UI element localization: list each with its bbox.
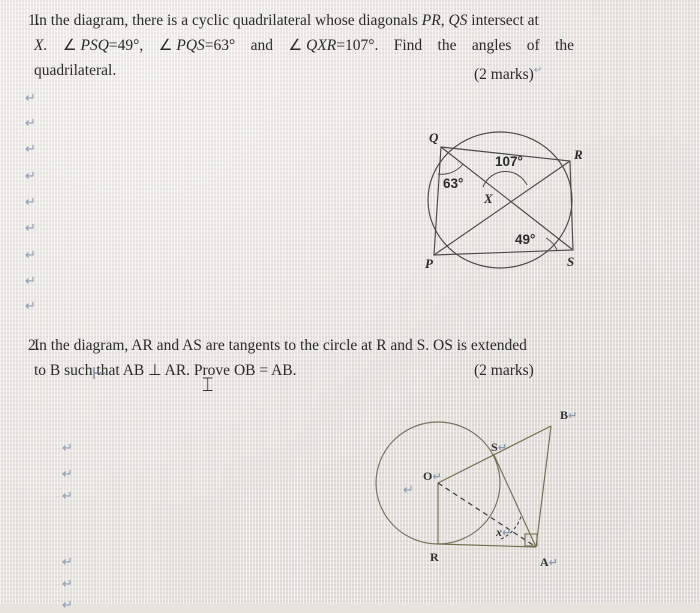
return-mark: ↵ (62, 489, 73, 504)
question-2-line-1: In the diagram, AR and AS are tangents t… (34, 337, 527, 354)
question-1-body: In the diagram, there is a cyclic quadri… (34, 8, 594, 83)
figure-1-angle-107: 107° (495, 154, 523, 169)
return-mark: ↵ (25, 116, 36, 131)
question-1-marks: (2 marks)↵ (474, 65, 543, 84)
return-mark: ↵ (25, 169, 36, 184)
return-mark: ↵ (62, 577, 73, 592)
return-mark: ↵ (25, 221, 36, 236)
return-mark: ↵ (25, 195, 36, 210)
return-mark: ↵ (25, 91, 36, 106)
return-mark: ↵ (62, 555, 73, 570)
return-mark: ↵ (62, 467, 73, 482)
stray-return-mark-in-circle: ↵ (403, 483, 414, 498)
question-1-line-2: X. PSQ=49°, PQS=63° and QXR=107°. Findth… (34, 33, 574, 58)
figure-1-label-X: X (484, 191, 493, 206)
figure-2-label-R: R (430, 550, 439, 564)
figure-2-label-O: O↵ (423, 469, 442, 483)
figure-1-angle-63: 63° (443, 176, 464, 191)
figure-2-label-S: S↵ (491, 440, 507, 454)
figure-1-label-Q: Q (429, 130, 439, 145)
figure-2-label-B: B↵ (560, 408, 578, 422)
figure-cyclic-quadrilateral: Q R P S X 63° 107° 49° (415, 128, 600, 283)
figure-2-angle-x: x↵ (496, 525, 512, 539)
figure-1-angle-49: 49° (515, 232, 536, 247)
return-mark: ↵ (62, 598, 73, 613)
question-2-line-2: to B such that AB ⊥ AR. Prove OB = AB. (… (34, 358, 594, 383)
question-1-line-3: quadrilateral. (2 marks)↵ (34, 58, 594, 83)
figure-1-label-S: S (567, 254, 575, 269)
ibeam-mouse-cursor: ⌶ (202, 375, 214, 396)
text-caret: ⊢ (92, 364, 107, 384)
return-mark: ↵ (25, 248, 36, 263)
document-page: 1. In the diagram, there is a cyclic qua… (0, 0, 700, 612)
circle-outline (427, 131, 573, 269)
angle-arc-63 (437, 163, 464, 175)
return-mark: ↵ (25, 299, 36, 314)
return-mark: ↵ (62, 441, 73, 456)
return-mark: ↵ (25, 274, 36, 289)
figure-2-label-A: A↵ (540, 555, 558, 569)
question-2-body: In the diagram, AR and AS are tangents t… (34, 333, 594, 383)
segment-ra (437, 543, 537, 548)
return-mark: ↵ (25, 142, 36, 157)
figure-tangent-circle: B↵ S↵ O↵ R A↵ x↵ ↵ (375, 400, 580, 575)
question-1-number: 1. (28, 12, 40, 29)
question-2-marks: (2 marks) (474, 362, 534, 379)
figure-1-label-R: R (574, 147, 583, 162)
figure-1-label-P: P (425, 256, 433, 271)
segment-ba (535, 425, 552, 548)
question-1-block: 1. In the diagram, there is a cyclic qua… (0, 8, 640, 83)
question-2-number: 2. (28, 337, 40, 354)
question-1-line-1: In the diagram, there is a cyclic quadri… (34, 12, 539, 29)
